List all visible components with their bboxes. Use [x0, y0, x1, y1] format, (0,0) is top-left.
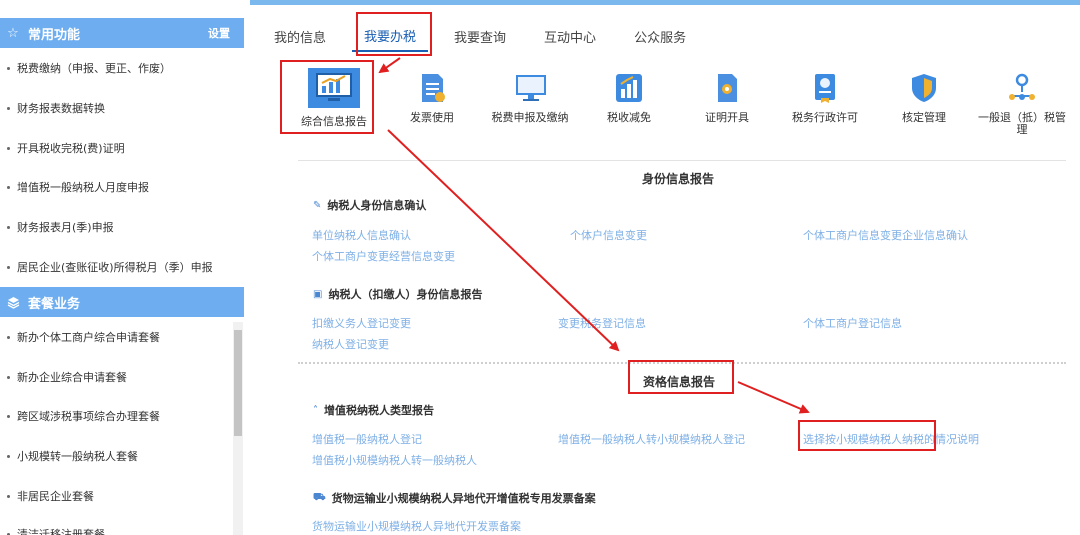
link-individual-business-change[interactable]: 个体工商户变更经营信息变更 — [312, 248, 455, 264]
highlight-small-scale-link — [798, 420, 936, 451]
menu-label-refund: 一般退（抵）税管理 — [978, 111, 1066, 136]
sidebar-item-migration[interactable]: 清洁迁移注册套餐 — [0, 514, 232, 535]
arrow-qualification-to-link — [737, 381, 810, 414]
link-taxpayer-change[interactable]: 纳税人登记变更 — [312, 336, 389, 352]
person-edit-icon: ✎ — [313, 199, 322, 211]
sidebar-item-new-enterprise[interactable]: 新办企业综合申请套餐 — [0, 357, 232, 397]
highlight-comprehensive-report — [280, 60, 374, 134]
caret-up-icon: ˄ — [313, 404, 318, 416]
sidebar-scrollbar-thumb[interactable] — [234, 330, 242, 436]
link-withholding-change[interactable]: 扣缴义务人登记变更 — [312, 315, 411, 331]
tab-query[interactable]: 我要查询 — [442, 20, 518, 52]
menu-label-tax-declaration: 税费申报及缴纳 — [491, 111, 569, 124]
sidebar-item-non-resident[interactable]: 非居民企业套餐 — [0, 476, 232, 516]
link-individual-change[interactable]: 个体户信息变更 — [570, 227, 647, 243]
package-business-header: 套餐业务 — [0, 287, 244, 317]
tab-my-info[interactable]: 我的信息 — [262, 20, 338, 52]
truck-icon: ⛟ — [313, 491, 326, 503]
invoice-doc-icon — [416, 72, 448, 104]
star-icon: ☆ — [7, 25, 19, 41]
identity-report-title: 身份信息报告 — [642, 172, 715, 186]
link-vat-general-to-small[interactable]: 增值税一般纳税人转小规模纳税人登记 — [558, 431, 745, 447]
menu-admin-license[interactable]: 税务行政许可 — [777, 68, 873, 136]
sidebar-item-tax-certificate[interactable]: 开具税收完税(费)证明 — [0, 128, 232, 168]
shield-icon — [908, 72, 940, 104]
highlight-tab-tax-handling — [356, 12, 432, 56]
sidebar-item-small-to-general[interactable]: 小规模转一般纳税人套餐 — [0, 436, 232, 476]
menu-tax-reduction[interactable]: 税收减免 — [581, 68, 677, 136]
link-small-to-general[interactable]: 增值税小规模纳税人转一般纳税人 — [312, 452, 477, 468]
vat-type-subtitle: ˄ 增值税纳税人类型报告 — [313, 402, 434, 418]
link-freight-filing[interactable]: 货物运输业小规模纳税人异地代开发票备案 — [312, 518, 521, 534]
link-individual-registration[interactable]: 个体工商户登记信息 — [803, 315, 902, 331]
menu-certificate[interactable]: 证明开具 — [679, 68, 775, 136]
common-functions-header: ☆ 常用功能 设置 — [0, 18, 244, 48]
sidebar-item-vat-monthly[interactable]: 增值税一般纳税人月度申报 — [0, 167, 232, 207]
sidebar-item-cross-region[interactable]: 跨区域涉税事项综合办理套餐 — [0, 396, 232, 436]
menu-label-invoice-usage: 发票使用 — [410, 111, 454, 124]
license-badge-icon — [809, 72, 841, 104]
sidebar-item-financial-report[interactable]: 财务报表月(季)申报 — [0, 207, 232, 247]
package-business-title: 套餐业务 — [28, 296, 81, 312]
identity-confirm-subtitle: ✎ 纳税人身份信息确认 — [313, 197, 426, 213]
menu-label-certificate: 证明开具 — [705, 111, 749, 124]
main-tabs: 我的信息 我要办税 我要查询 互动中心 公众服务 — [262, 20, 712, 52]
sidebar-item-tax-payment[interactable]: 税费缴纳（申报、更正、作废） — [0, 48, 232, 88]
menu-label-admin-license: 税务行政许可 — [792, 111, 858, 124]
top-header-strip — [250, 0, 1080, 5]
link-registration-change[interactable]: 变更税务登记信息 — [558, 315, 646, 331]
link-individual-enterprise-confirm[interactable]: 个体工商户信息变更企业信息确认 — [803, 227, 968, 243]
vat-type-subtitle-text: 增值税纳税人类型报告 — [324, 404, 434, 417]
section-divider-top — [298, 160, 1066, 161]
menu-invoice-usage[interactable]: 发票使用 — [384, 68, 480, 136]
identity-confirm-subtitle-text: 纳税人身份信息确认 — [327, 199, 427, 212]
sidebar-item-report-convert[interactable]: 财务报表数据转换 — [0, 88, 232, 128]
menu-assessment[interactable]: 核定管理 — [876, 68, 972, 136]
menu-label-tax-reduction: 税收减免 — [607, 111, 651, 124]
layers-icon — [6, 295, 20, 309]
menu-label-assessment: 核定管理 — [902, 111, 946, 124]
menu-tax-declaration[interactable]: 税费申报及缴纳 — [482, 68, 578, 136]
link-unit-taxpayer-confirm[interactable]: 单位纳税人信息确认 — [312, 227, 411, 243]
identity-report-subtitle-text: 纳税人（扣缴人）身份信息报告 — [328, 288, 483, 301]
sidebar-item-new-individual[interactable]: 新办个体工商户综合申请套餐 — [0, 317, 232, 357]
bar-chart-icon — [613, 72, 645, 104]
network-node-icon — [1006, 72, 1038, 104]
tab-public-service[interactable]: 公众服务 — [622, 20, 698, 52]
freight-subtitle-text: 货物运输业小规模纳税人异地代开增值税专用发票备案 — [331, 492, 596, 505]
sidebar-item-income-tax[interactable]: 居民企业(查账征收)所得税月（季）申报 — [0, 247, 232, 287]
tab-interaction[interactable]: 互动中心 — [532, 20, 608, 52]
highlight-qualification-title — [628, 360, 734, 394]
identity-report-subtitle: ▣ 纳税人（扣缴人）身份信息报告 — [313, 286, 482, 302]
freight-subtitle: ⛟ 货物运输业小规模纳税人异地代开增值税专用发票备案 — [313, 490, 596, 506]
link-vat-general-registration[interactable]: 增值税一般纳税人登记 — [312, 431, 422, 447]
sidebar: ☆ 常用功能 设置 税费缴纳（申报、更正、作废） 财务报表数据转换 开具税收完税… — [0, 0, 244, 535]
settings-link[interactable]: 设置 — [208, 25, 230, 41]
certificate-doc-icon — [711, 72, 743, 104]
computer-screen-icon — [514, 72, 546, 104]
id-card-icon: ▣ — [313, 288, 323, 300]
menu-refund[interactable]: 一般退（抵）税管理 — [974, 68, 1070, 136]
common-functions-title: 常用功能 — [28, 27, 81, 43]
